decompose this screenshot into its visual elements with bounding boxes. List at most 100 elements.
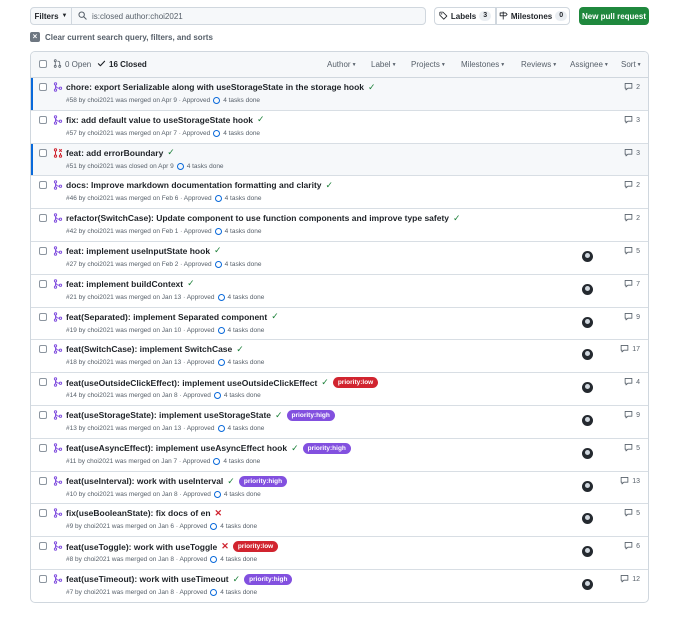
filter-projects-dropdown[interactable]: Projects ▼: [411, 60, 446, 69]
success-check-icon[interactable]: ✓: [233, 574, 241, 584]
pull-request-title-link[interactable]: feat(useStorageState): implement useStor…: [66, 410, 271, 420]
success-check-icon[interactable]: ✓: [227, 476, 235, 486]
pull-request-title-link[interactable]: refactor(SwitchCase): Update component t…: [66, 213, 449, 223]
avatar[interactable]: [582, 316, 593, 328]
open-filter-link[interactable]: 0 Open: [53, 59, 91, 70]
avatar[interactable]: [582, 349, 593, 361]
pull-request-row[interactable]: feat(SwitchCase): implement SwitchCase ✓ #…: [31, 340, 648, 374]
pull-request-title-link[interactable]: feat(Separated): implement Separated com…: [66, 312, 267, 322]
comments-link[interactable]: 17: [620, 344, 640, 355]
avatar[interactable]: [582, 283, 593, 295]
pull-request-title-link[interactable]: docs: Improve markdown documentation for…: [66, 180, 322, 190]
closed-filter-link[interactable]: 16 Closed: [97, 59, 147, 70]
avatar[interactable]: [582, 250, 593, 262]
comments-link[interactable]: 2: [624, 82, 640, 93]
pull-request-title-link[interactable]: feat(useOutsideClickEffect): implement u…: [66, 378, 317, 388]
pull-request-title-link[interactable]: feat(useInterval): work with useInterval: [66, 476, 223, 486]
row-checkbox[interactable]: [39, 378, 47, 387]
filter-reviews-dropdown[interactable]: Reviews ▼: [521, 60, 557, 69]
priority-label[interactable]: priority:high: [244, 573, 293, 585]
comments-link[interactable]: 3: [624, 115, 640, 126]
filter-sort-dropdown[interactable]: Sort ▼: [621, 60, 642, 69]
pull-request-row[interactable]: fix(useBooleanState): fix docs of en ✕ #9 …: [31, 504, 648, 538]
row-checkbox[interactable]: [39, 181, 47, 190]
avatar[interactable]: [582, 414, 593, 426]
filter-author-dropdown[interactable]: Author ▼: [327, 60, 357, 69]
priority-label[interactable]: priority:high: [238, 475, 288, 487]
pull-request-row[interactable]: feat: implement useInputState hook ✓ #27 b…: [31, 242, 648, 275]
filter-label-dropdown[interactable]: Label ▼: [371, 60, 397, 69]
pull-request-row[interactable]: feat(useTimeout): work with useTimeout ✓ p…: [31, 570, 648, 602]
row-checkbox[interactable]: [39, 312, 47, 321]
comments-link[interactable]: 7: [624, 279, 640, 290]
row-checkbox[interactable]: [39, 246, 47, 255]
pull-request-title-link[interactable]: chore: export Serializable along with us…: [66, 82, 364, 92]
success-check-icon[interactable]: ✓: [321, 378, 329, 387]
priority-label[interactable]: priority:high: [302, 442, 351, 454]
pull-request-title-link[interactable]: feat: implement useInputState hook: [66, 246, 210, 256]
row-checkbox[interactable]: [39, 345, 47, 354]
pull-request-row[interactable]: feat(useAsyncEffect): implement useAsync…: [31, 439, 648, 472]
pull-request-title-link[interactable]: fix(useBooleanState): fix docs of en: [66, 508, 211, 518]
comments-link[interactable]: 12: [620, 574, 640, 585]
pull-request-title-link[interactable]: feat(SwitchCase): implement SwitchCase: [66, 344, 232, 354]
select-all-checkbox[interactable]: [39, 60, 47, 68]
row-checkbox[interactable]: [39, 148, 47, 157]
search-input[interactable]: [92, 11, 412, 21]
row-checkbox[interactable]: [39, 83, 47, 91]
filter-milestones-dropdown[interactable]: Milestones ▼: [461, 60, 505, 69]
labels-button[interactable]: Labels 3: [434, 7, 496, 25]
success-check-icon[interactable]: ✓: [187, 279, 195, 288]
pull-request-title-link[interactable]: fix: add default value to useStorageStat…: [66, 115, 253, 125]
pull-request-title-link[interactable]: feat: implement buildContext: [66, 279, 183, 289]
success-check-icon[interactable]: ✓: [257, 115, 265, 124]
search-field[interactable]: [71, 7, 426, 25]
priority-label[interactable]: priority:low: [332, 377, 379, 389]
comments-link[interactable]: 4: [624, 377, 640, 388]
pull-request-row[interactable]: feat: add errorBoundary ✓ #51 by choi2021 …: [31, 143, 648, 177]
comments-link[interactable]: 2: [624, 213, 640, 224]
avatar[interactable]: [582, 578, 593, 590]
filter-assignee-dropdown[interactable]: Assignee ▼: [570, 60, 609, 69]
success-check-icon[interactable]: ✓: [214, 246, 222, 255]
pull-request-row[interactable]: fix: add default value to useStorageStat…: [31, 111, 648, 144]
row-checkbox[interactable]: [39, 115, 47, 124]
pull-request-row[interactable]: chore: export Serializable along with us…: [31, 78, 648, 111]
success-check-icon[interactable]: ✓: [368, 82, 376, 92]
comments-link[interactable]: 3: [624, 148, 640, 159]
pull-request-row[interactable]: feat(useStorageState): implement useStor…: [31, 406, 648, 439]
success-check-icon[interactable]: ✓: [453, 213, 461, 223]
pull-request-row[interactable]: feat(useInterval): work with useInterval…: [31, 472, 648, 505]
success-check-icon[interactable]: ✓: [167, 148, 175, 157]
avatar[interactable]: [582, 546, 593, 558]
row-checkbox[interactable]: [39, 542, 47, 551]
avatar[interactable]: [582, 480, 593, 492]
pull-request-title-link[interactable]: feat: add errorBoundary: [66, 148, 163, 158]
milestones-button[interactable]: Milestones 0: [496, 7, 570, 25]
comments-link[interactable]: 2: [624, 180, 640, 191]
row-checkbox[interactable]: [39, 279, 47, 288]
comments-link[interactable]: 9: [624, 410, 640, 421]
avatar[interactable]: [582, 382, 593, 394]
filters-button[interactable]: Filters ▼: [30, 7, 72, 25]
pull-request-title-link[interactable]: feat(useTimeout): work with useTimeout: [66, 574, 229, 584]
comments-link[interactable]: 6: [624, 541, 640, 552]
pull-request-row[interactable]: docs: Improve markdown documentation for…: [31, 176, 648, 210]
comments-link[interactable]: 13: [620, 476, 640, 487]
pull-request-row[interactable]: feat(useToggle): work with useToggle ✕ pri…: [31, 537, 648, 570]
clear-query-link[interactable]: × Clear current search query, filters, a…: [30, 31, 213, 43]
comments-link[interactable]: 5: [624, 508, 640, 519]
pull-request-row[interactable]: refactor(SwitchCase): Update component t…: [31, 209, 648, 242]
row-checkbox[interactable]: [39, 574, 47, 583]
avatar[interactable]: [582, 513, 593, 525]
failed-x-icon[interactable]: ✕: [215, 508, 223, 518]
pull-request-row[interactable]: feat(useOutsideClickEffect): implement u…: [31, 373, 648, 406]
pull-request-row[interactable]: feat: implement buildContext ✓ #21 by choi…: [31, 275, 648, 308]
priority-label[interactable]: priority:low: [232, 541, 279, 553]
failed-x-icon[interactable]: ✕: [221, 542, 229, 551]
priority-label[interactable]: priority:high: [286, 409, 335, 421]
row-checkbox[interactable]: [39, 509, 47, 518]
comments-link[interactable]: 5: [624, 246, 640, 257]
comments-link[interactable]: 9: [624, 312, 640, 323]
avatar[interactable]: [582, 447, 593, 459]
